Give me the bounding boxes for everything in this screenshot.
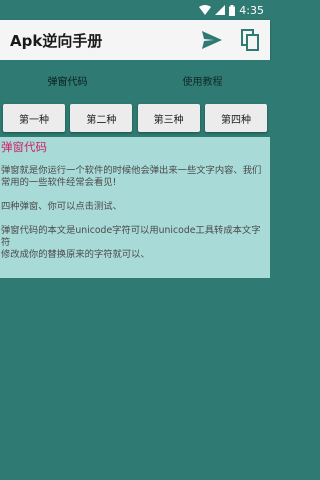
- content-text: 弹窗就是你运行一个软件的时候他会弹出来一些文字内容、我们常用的一些软件经常会看见…: [1, 165, 268, 261]
- battery-icon: [229, 4, 236, 16]
- tab-bar: 弹窗代码 使用教程: [0, 60, 270, 100]
- app-title: Apk逆向手册: [10, 31, 103, 50]
- intro-paragraph: 弹窗就是你运行一个软件的时候他会弹出来一些文字内容、我们常用的一些软件经常会看见…: [1, 165, 262, 188]
- replace-paragraph: 修改成你的替换原来的字符就可以、: [1, 249, 150, 260]
- copy-icon[interactable]: [238, 26, 262, 54]
- unicode-paragraph: 弹窗代码的本文是unicode字符可以用unicode工具转成本文字符: [1, 225, 261, 248]
- status-bar: 4:35: [0, 0, 270, 20]
- third-type-button[interactable]: 第三种: [137, 104, 200, 132]
- fourth-type-button[interactable]: 第四种: [204, 104, 267, 132]
- test-paragraph: 四种弹窗、你可以点击测试、: [1, 201, 122, 212]
- wifi-icon: [199, 5, 212, 15]
- second-type-button[interactable]: 第二种: [70, 104, 133, 132]
- app-actions: [200, 26, 262, 54]
- send-icon[interactable]: [200, 26, 224, 54]
- popup-type-buttons: 第一种 第二种 第三种 第四种: [0, 104, 270, 134]
- status-time: 4:35: [239, 3, 264, 17]
- cellular-signal-icon: [215, 5, 226, 15]
- tab-usage-guide[interactable]: 使用教程: [135, 60, 270, 100]
- tab-popup-code[interactable]: 弹窗代码: [0, 60, 135, 100]
- content-title: 弹窗代码: [1, 140, 47, 154]
- first-type-button[interactable]: 第一种: [3, 104, 65, 132]
- app-bar: Apk逆向手册: [0, 20, 270, 60]
- content-panel: 弹窗代码 弹窗就是你运行一个软件的时候他会弹出来一些文字内容、我们常用的一些软件…: [0, 137, 270, 278]
